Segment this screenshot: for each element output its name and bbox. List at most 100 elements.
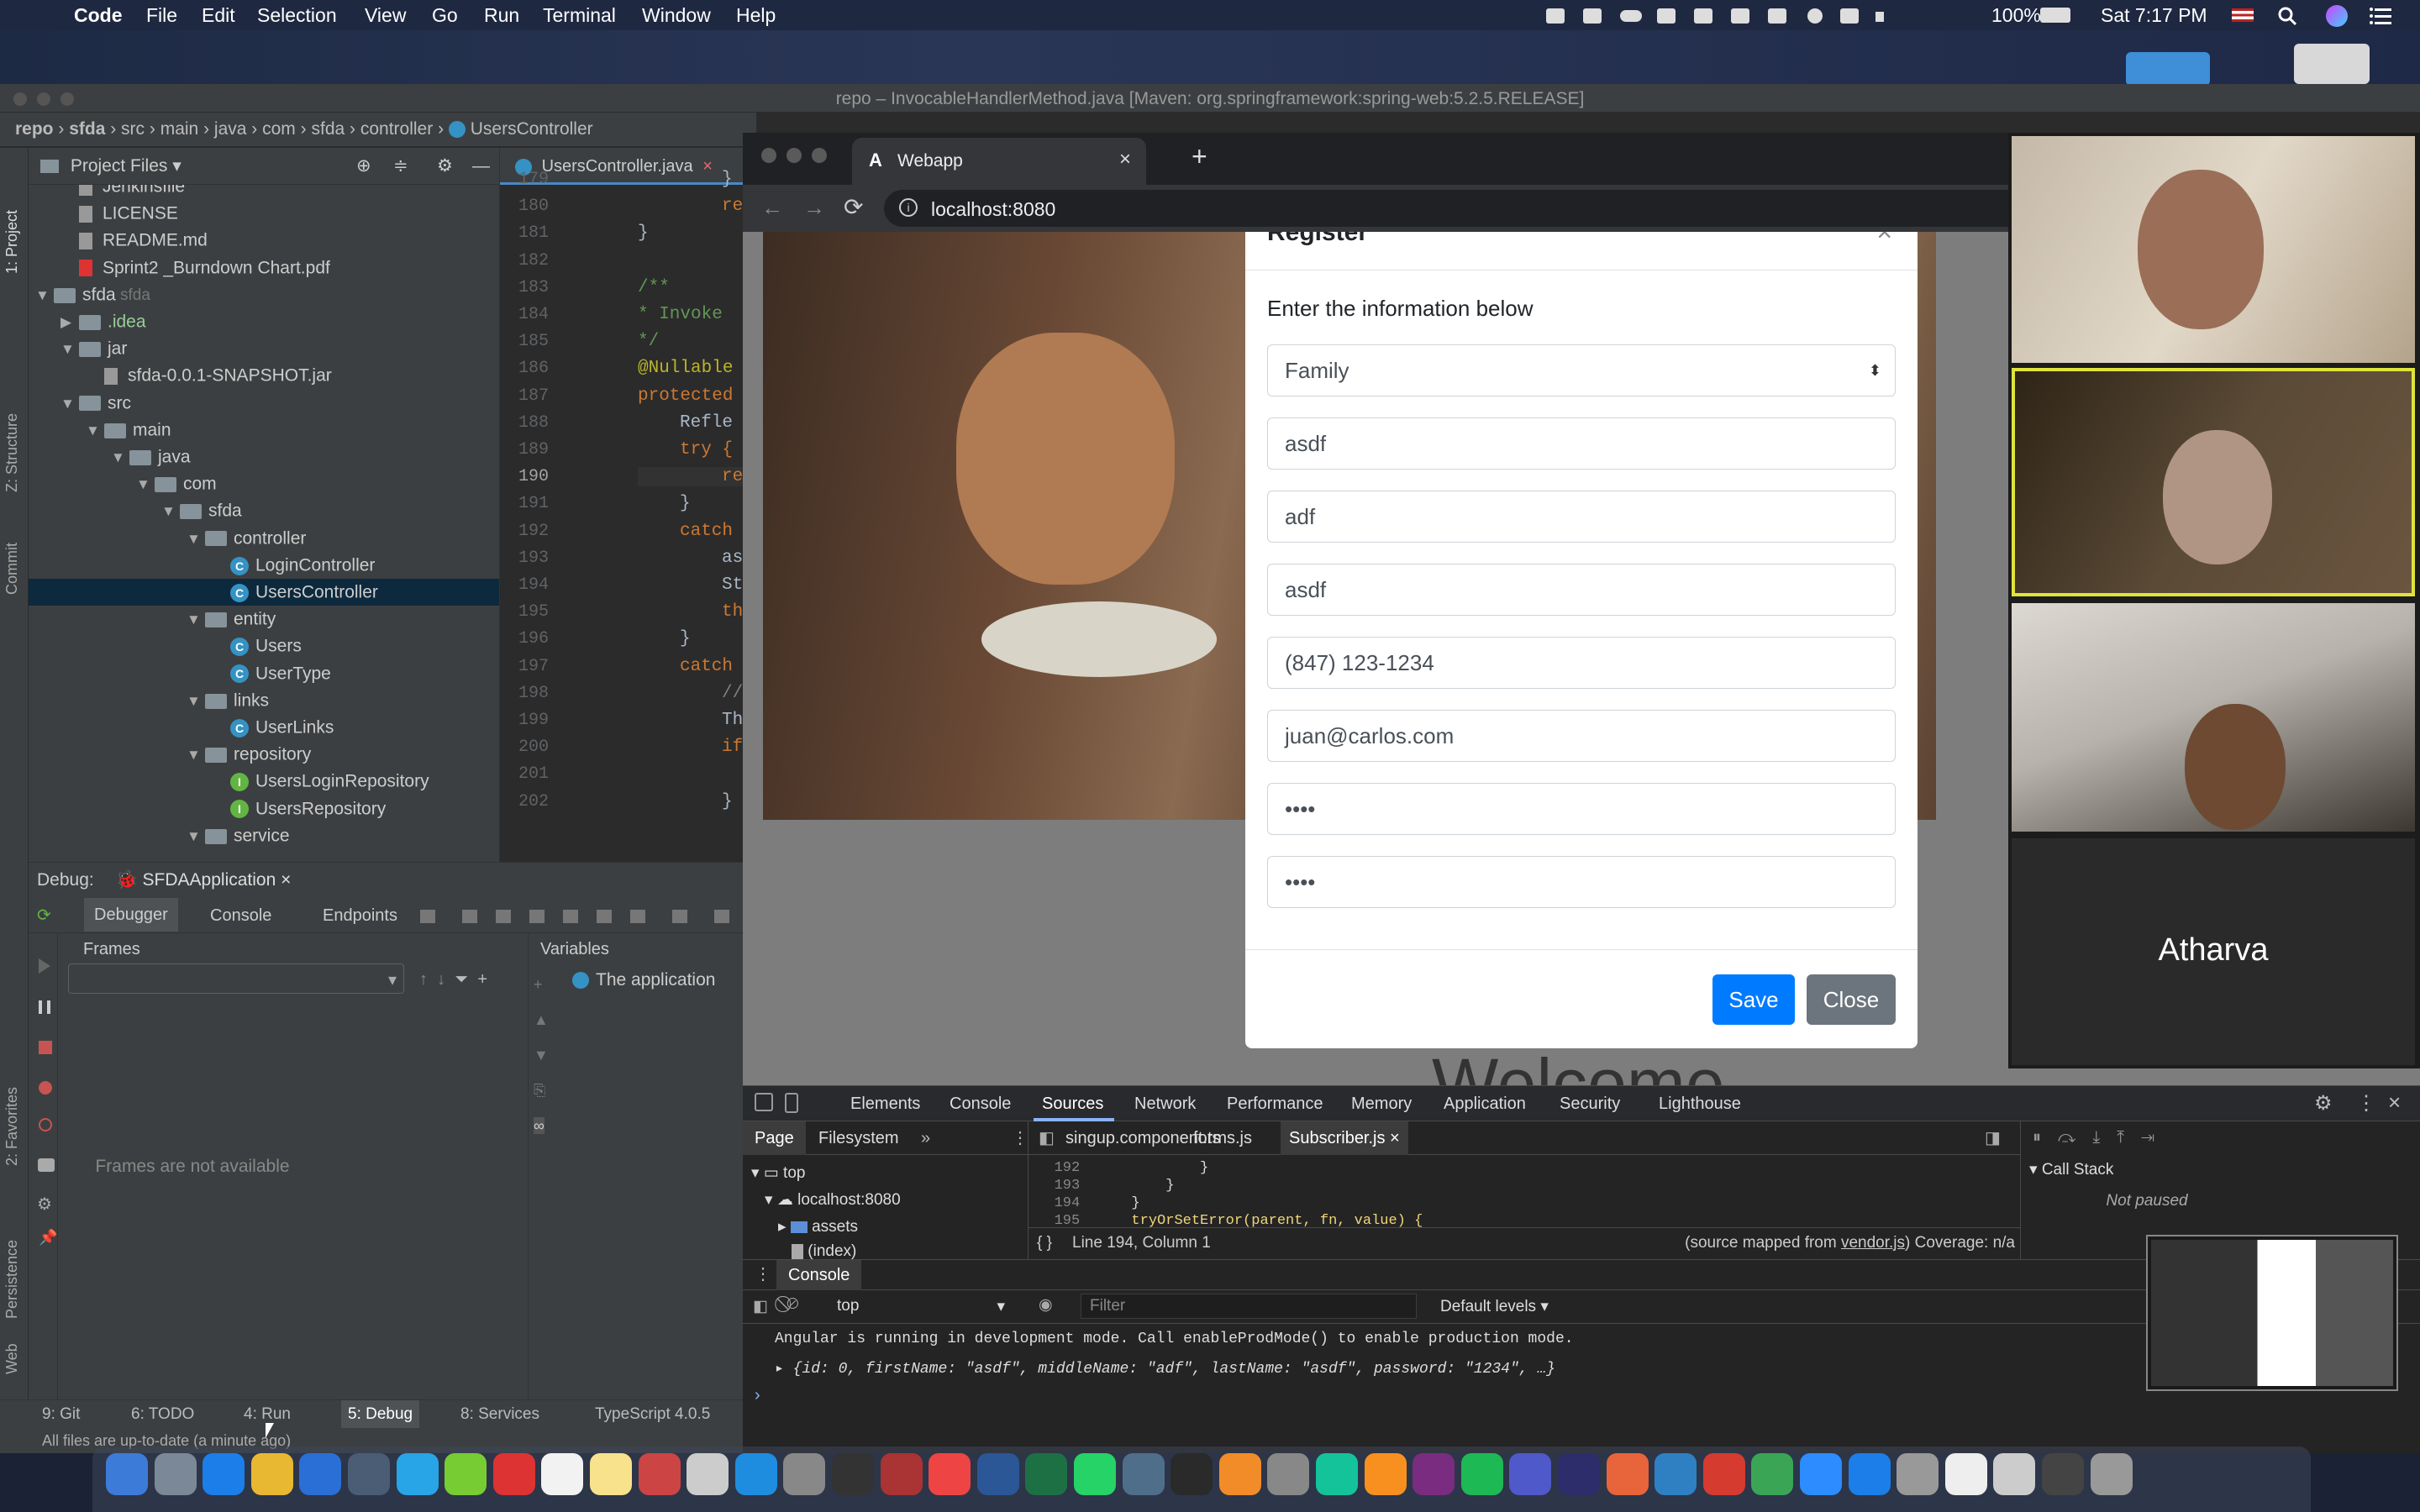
tool-tab-commit[interactable]: Commit — [3, 511, 21, 595]
code-line[interactable]: Refle — [638, 413, 733, 433]
code-line[interactable]: if — [638, 738, 743, 757]
source-line[interactable]: 193 } — [1028, 1178, 1175, 1194]
expand-arrow-icon[interactable]: ▼ — [86, 417, 104, 444]
breadcrumb-item[interactable]: repo — [15, 119, 54, 139]
notification-center-icon[interactable] — [2370, 7, 2391, 25]
toggle-navigator-icon[interactable]: ◧ — [1039, 1121, 1055, 1155]
menu-edit[interactable]: Edit — [202, 0, 235, 30]
code-line[interactable]: } — [638, 223, 649, 243]
breadcrumb-item[interactable]: controller — [360, 119, 433, 139]
log-levels-selector[interactable]: Default levels ▾ — [1440, 1297, 1549, 1316]
console-message-object[interactable]: ▸ {id: 0, firstName: "asdf", middleName:… — [775, 1359, 1555, 1378]
code-line[interactable]: St — [638, 575, 743, 595]
dock-app-icon[interactable] — [492, 1453, 535, 1495]
devtools-close-icon[interactable]: × — [2388, 1089, 2401, 1116]
tree-item[interactable]: README.md — [29, 227, 499, 254]
frame-nav-icons[interactable]: ↑ ↓ ⏷ + — [419, 970, 487, 990]
tree-item[interactable]: C UsersController — [29, 579, 499, 606]
debug-step-icons[interactable] — [420, 908, 739, 925]
dock-app-icon[interactable] — [590, 1453, 632, 1495]
tree-item[interactable]: ▼ java — [29, 444, 499, 470]
tree-item[interactable]: sfda-0.0.1-SNAPSHOT.jar — [29, 362, 499, 389]
reload-icon[interactable]: ⟳ — [844, 193, 863, 221]
tree-item[interactable]: ▼ controller — [29, 525, 499, 552]
tree-item-top[interactable]: ▾ ▭ top — [751, 1163, 805, 1183]
tree-item[interactable]: C Users — [29, 633, 499, 659]
tool-tab-persistence[interactable]: Persistence — [3, 1210, 21, 1319]
dock-app-icon[interactable] — [2042, 1453, 2084, 1495]
breadcrumb-item[interactable]: sfda — [311, 119, 345, 139]
dock-app-icon[interactable] — [783, 1453, 826, 1495]
dock-app-icon[interactable] — [929, 1453, 971, 1495]
project-view-selector[interactable]: Project Files — [71, 156, 168, 176]
code-line[interactable]: } — [638, 170, 733, 189]
battery-percent[interactable]: 100% — [1991, 0, 2041, 30]
modal-close-icon[interactable]: × — [1876, 232, 1892, 248]
password-field[interactable]: •••• — [1267, 783, 1896, 835]
tree-item[interactable]: ▼ repository — [29, 741, 499, 768]
last-name-field[interactable]: asdf — [1267, 564, 1896, 616]
menubar-clock[interactable]: Sat 7:17 PM — [2101, 0, 2207, 30]
code-line[interactable]: try { — [638, 440, 733, 459]
menu-help[interactable]: Help — [736, 0, 776, 30]
code-line[interactable]: } — [638, 792, 733, 811]
close-tab-icon[interactable]: × — [1119, 148, 1131, 171]
inspect-icon[interactable] — [755, 1093, 773, 1111]
tool-tab-project[interactable]: 1: Project — [3, 181, 21, 274]
tree-item[interactable]: ▼ sfda sfda — [29, 281, 499, 308]
forward-icon[interactable]: → — [803, 195, 825, 221]
drawer-menu-icon[interactable]: ⋮ — [755, 1263, 771, 1284]
dock-app-icon[interactable] — [203, 1453, 245, 1495]
close-button[interactable]: Close — [1807, 974, 1896, 1025]
stop-icon[interactable] — [39, 1041, 52, 1054]
close-dot[interactable] — [761, 148, 776, 163]
expand-arrow-icon[interactable]: ▼ — [35, 282, 54, 309]
navigator-tab-filesystem[interactable]: Filesystem — [818, 1121, 899, 1155]
call-stack-header[interactable]: ▾ Call Stack — [2029, 1160, 2113, 1179]
clear-console-icon[interactable]: ⃠⊘ — [786, 1295, 799, 1314]
dock-app-icon[interactable] — [1848, 1453, 1891, 1495]
variables-side-icons[interactable]: + ▲ ▼ ⎘ ∞ — [534, 967, 555, 1152]
breadcrumb-item[interactable]: com — [262, 119, 296, 139]
collapse-icon[interactable]: ≑ — [393, 148, 408, 185]
menubar-app-name[interactable]: Code — [74, 0, 123, 30]
source-map-link[interactable]: vendor.js — [1841, 1234, 1905, 1252]
devtools-tab-performance[interactable]: Performance — [1227, 1095, 1323, 1114]
dock-app-icon[interactable] — [1122, 1453, 1165, 1495]
debug-tab-endpoints[interactable]: Endpoints — [302, 898, 397, 933]
mute-breakpoints-icon[interactable] — [39, 1118, 52, 1131]
expand-arrow-icon[interactable]: ▼ — [187, 742, 205, 769]
expand-arrow-icon[interactable]: ▼ — [60, 336, 79, 363]
spotlight-icon[interactable] — [2277, 6, 2297, 26]
code-line[interactable]: catch — [638, 522, 733, 541]
source-line[interactable]: 194 } — [1028, 1195, 1140, 1211]
dock-app-icon[interactable] — [1171, 1453, 1213, 1495]
code-line[interactable]: retur — [638, 197, 743, 216]
tree-item[interactable]: I UsersLoginRepository — [29, 768, 499, 795]
thread-selector[interactable]: ▾ — [68, 963, 404, 994]
dock-app-icon[interactable] — [1267, 1453, 1310, 1495]
expand-arrow-icon[interactable]: ▼ — [187, 606, 205, 633]
menu-run[interactable]: Run — [484, 0, 519, 30]
dock-app-icon[interactable] — [396, 1453, 439, 1495]
participant-tile-1[interactable] — [2012, 136, 2415, 363]
dock-app-icon[interactable] — [1460, 1453, 1503, 1495]
tree-item[interactable]: LICENSE — [29, 200, 499, 227]
dock-app-icon[interactable] — [687, 1453, 729, 1495]
dock-app-icon[interactable] — [1702, 1453, 1745, 1495]
dock-app-icon[interactable] — [348, 1453, 390, 1495]
tree-item[interactable]: ▼ jar — [29, 335, 499, 362]
save-button[interactable]: Save — [1712, 974, 1795, 1025]
tree-item[interactable]: ▼ sfda — [29, 497, 499, 524]
collapse-arrow-icon[interactable]: ▶ — [60, 309, 79, 336]
participant-tile-2-active[interactable] — [2012, 368, 2415, 596]
code-line[interactable]: } — [638, 494, 691, 513]
dock-app-icon[interactable] — [1364, 1453, 1407, 1495]
dock-app-icon[interactable] — [299, 1453, 342, 1495]
code-line[interactable]: /** — [638, 278, 670, 297]
expand-arrow-icon[interactable]: ▼ — [60, 391, 79, 417]
participant-tile-3[interactable] — [2012, 603, 2415, 832]
dock-app-icon[interactable] — [154, 1453, 197, 1495]
minimize-dot[interactable] — [786, 148, 802, 163]
locate-icon[interactable]: ⊕ — [356, 148, 371, 185]
